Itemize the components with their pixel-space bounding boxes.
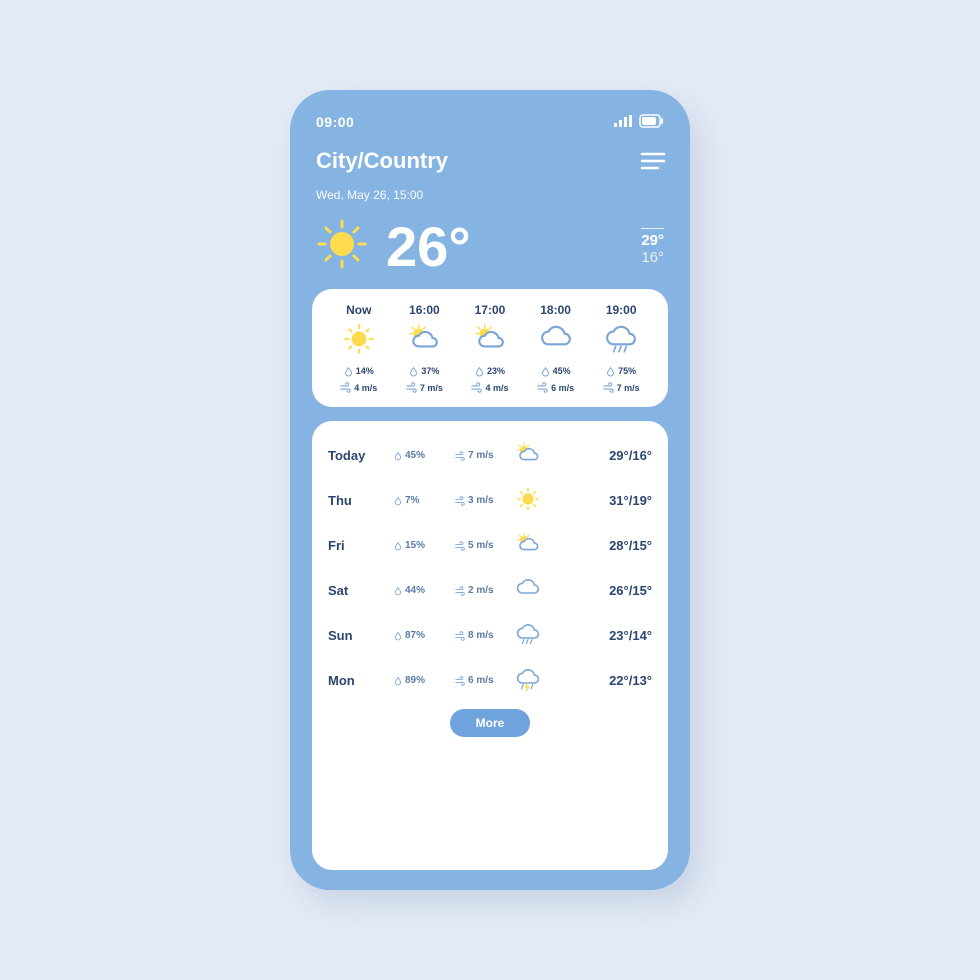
precip-label: 89%: [394, 675, 449, 686]
temp-range: 31°/19°: [562, 493, 652, 508]
temp-range: 23°/14°: [562, 628, 652, 643]
wind-label: 4 m/s: [340, 382, 377, 393]
wind-label: 6 m/s: [455, 675, 510, 686]
wind-label: 7 m/s: [455, 450, 510, 461]
daily-item[interactable]: Today 45% 7 m/s 29°/16°: [328, 433, 652, 478]
wind-label: 2 m/s: [455, 585, 510, 596]
status-time: 09:00: [316, 114, 354, 130]
temp-range: 29°/16°: [562, 448, 652, 463]
hour-time: 19:00: [606, 303, 637, 317]
temp-range: 22°/13°: [562, 673, 652, 688]
day-name: Fri: [328, 538, 388, 553]
daily-item[interactable]: Fri 15% 5 m/s 28°/15°: [328, 523, 652, 568]
hour-time: 18:00: [540, 303, 571, 317]
wind-label: 5 m/s: [455, 540, 510, 551]
hourly-forecast-card: Now 14% 4 m/s 16:00 37% 7 m/s 17:00 23% …: [312, 289, 668, 407]
location-title: City/Country: [316, 148, 448, 174]
daily-item[interactable]: Sun 87% 8 m/s 23°/14°: [328, 613, 652, 658]
day-name: Sun: [328, 628, 388, 643]
daily-forecast-card: Today 45% 7 m/s 29°/16° Thu 7% 3 m/s 31°…: [312, 421, 668, 870]
rain-icon: [516, 622, 556, 649]
hour-time: 16:00: [409, 303, 440, 317]
sun-cloud-icon: [516, 442, 556, 469]
sun-icon: [316, 218, 368, 275]
temp-range: 26°/15°: [562, 583, 652, 598]
temp-range: 29° 16°: [641, 228, 664, 266]
wind-label: 8 m/s: [455, 630, 510, 641]
signal-icon: [614, 114, 632, 130]
daily-item[interactable]: Sat 44% 2 m/s 26°/15°: [328, 568, 652, 613]
current-weather: 26° 29° 16°: [312, 214, 668, 289]
temp-low: 16°: [641, 249, 664, 266]
wind-label: 4 m/s: [471, 382, 508, 393]
battery-icon: [640, 114, 664, 130]
precip-label: 87%: [394, 630, 449, 641]
precip-label: 75%: [606, 366, 636, 376]
daily-item[interactable]: Mon 89% 6 m/s 22°/13°: [328, 658, 652, 703]
hourly-item[interactable]: 19:00 75% 7 m/s: [588, 303, 654, 393]
day-name: Mon: [328, 673, 388, 688]
hourly-item[interactable]: 18:00 45% 6 m/s: [523, 303, 589, 393]
hour-time: Now: [346, 303, 371, 317]
sun-cloud-icon: [516, 532, 556, 559]
more-button[interactable]: More: [450, 709, 531, 737]
day-name: Today: [328, 448, 388, 463]
cloud-icon: [540, 323, 572, 360]
sun-cloud-icon: [408, 323, 440, 360]
precip-label: 14%: [344, 366, 374, 376]
sun-cloud-icon: [474, 323, 506, 360]
wind-label: 6 m/s: [537, 382, 574, 393]
sun-icon: [516, 487, 556, 514]
menu-button[interactable]: [638, 151, 664, 171]
hourly-item[interactable]: 16:00 37% 7 m/s: [392, 303, 458, 393]
sun-icon: [343, 323, 375, 360]
hourly-item[interactable]: Now 14% 4 m/s: [326, 303, 392, 393]
day-name: Sat: [328, 583, 388, 598]
temp-high: 29°: [641, 232, 664, 249]
daily-item[interactable]: Thu 7% 3 m/s 31°/19°: [328, 478, 652, 523]
storm-icon: [516, 667, 556, 694]
precip-label: 23%: [475, 366, 505, 376]
wind-label: 7 m/s: [603, 382, 640, 393]
status-bar: 09:00: [312, 112, 668, 140]
wind-label: 7 m/s: [406, 382, 443, 393]
precip-label: 7%: [394, 495, 449, 506]
header: City/Country: [312, 140, 668, 178]
rain-icon: [605, 323, 637, 360]
temp-range: 28°/15°: [562, 538, 652, 553]
current-temp: 26°: [386, 219, 471, 275]
precip-label: 15%: [394, 540, 449, 551]
precip-label: 45%: [394, 450, 449, 461]
hourly-item[interactable]: 17:00 23% 4 m/s: [457, 303, 523, 393]
day-name: Thu: [328, 493, 388, 508]
date-label: Wed, May 26, 15:00: [312, 178, 668, 214]
precip-label: 44%: [394, 585, 449, 596]
precip-label: 45%: [541, 366, 571, 376]
cloud-icon: [516, 577, 556, 604]
precip-label: 37%: [409, 366, 439, 376]
phone-frame: 09:00 City/Country: [290, 90, 690, 890]
wind-label: 3 m/s: [455, 495, 510, 506]
hour-time: 17:00: [475, 303, 506, 317]
